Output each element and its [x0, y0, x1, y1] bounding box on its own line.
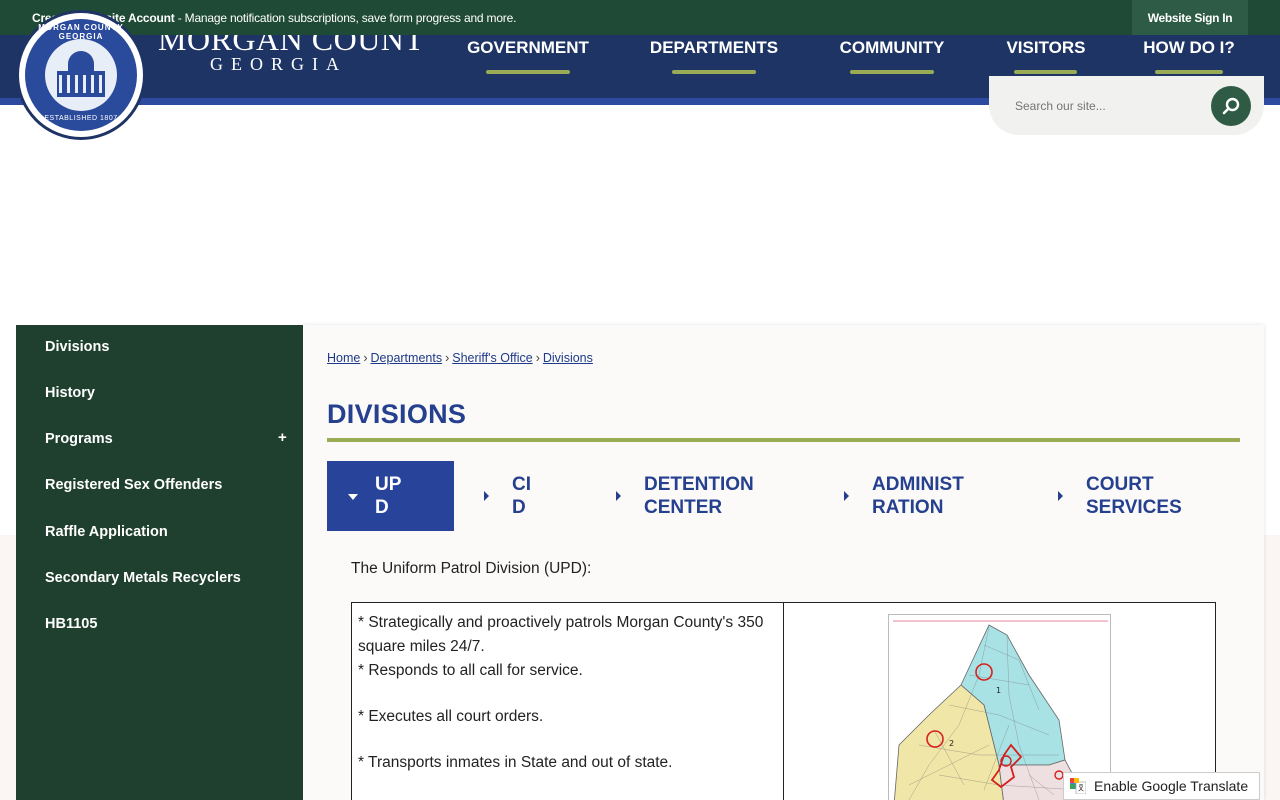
breadcrumb-sheriffs-office[interactable]: Sheriff's Office	[452, 351, 532, 365]
chevron-right-icon	[616, 491, 621, 501]
division-info-table: * Strategically and proactively patrols …	[351, 602, 1216, 800]
nav-underline	[850, 70, 934, 74]
tab-upd[interactable]: UP D	[327, 461, 454, 531]
chevron-right-icon	[844, 491, 849, 501]
top-notification-bar: Create a Website Account - Manage notifi…	[0, 0, 1280, 35]
search-input[interactable]	[1015, 98, 1195, 114]
chevron-right-icon	[1058, 491, 1063, 501]
tab-detention-center[interactable]: DETENTION CENTER	[612, 461, 802, 531]
tab-court-services[interactable]: COURT SERVICES	[1055, 461, 1235, 531]
search-button[interactable]	[1211, 86, 1251, 126]
nav-visitors-label[interactable]: VISITORS	[1000, 38, 1092, 58]
google-translate-label[interactable]: Enable Google Translate	[1094, 778, 1248, 794]
sidebar-item-raffle-application[interactable]: Raffle Application	[45, 524, 168, 540]
division-tabs: UP D CI D DETENTION CENTER ADMINIST RATI…	[327, 461, 1240, 531]
sidebar-item-hb1105[interactable]: HB1105	[45, 616, 97, 632]
breadcrumb-separator: ›	[535, 351, 540, 365]
sidebar-item-history[interactable]: History	[45, 385, 95, 401]
breadcrumb-separator: ›	[363, 351, 368, 365]
tab-cid[interactable]: CI D	[477, 461, 587, 531]
tab-court-services-label[interactable]: COURT SERVICES	[1086, 473, 1182, 519]
county-seal-logo[interactable]: MORGAN COUNTY GEORGIA ESTABLISHED 1807	[16, 10, 146, 140]
tab-upd-label[interactable]: UP D	[375, 473, 401, 519]
duties-cell: * Strategically and proactively patrols …	[358, 611, 778, 775]
nav-underline	[486, 70, 570, 74]
page-title: DIVISIONS	[327, 399, 467, 429]
breadcrumb-departments[interactable]: Departments	[371, 351, 443, 365]
site-subtitle[interactable]: GEORGIA	[210, 54, 347, 75]
map-zone-2-label: 2	[949, 739, 954, 748]
nav-community-label[interactable]: COMMUNITY	[834, 38, 950, 58]
seal-bottom-text: ESTABLISHED 1807	[44, 115, 118, 122]
title-underline	[327, 438, 1240, 442]
nav-underline	[1155, 70, 1223, 74]
duty-item: * Transports inmates in State and out of…	[358, 754, 673, 771]
nav-underline	[1014, 70, 1077, 74]
create-account-text[interactable]: - Manage notification subscriptions, sav…	[175, 11, 517, 25]
breadcrumb-divisions[interactable]: Divisions	[543, 351, 593, 365]
duty-item: * Strategically and proactively patrols …	[358, 614, 764, 655]
chevron-right-icon	[484, 491, 489, 501]
tab-detention-center-label[interactable]: DETENTION CENTER	[644, 473, 754, 519]
nav-underline	[672, 70, 756, 74]
nav-how-do-i-label[interactable]: HOW DO I?	[1138, 38, 1240, 58]
main-content: Home › Departments › Sheriff's Office › Divisi…	[303, 325, 1264, 800]
nav-departments[interactable]: DEPARTMENTS	[645, 35, 783, 98]
duty-item: * Executes all court orders.	[358, 708, 544, 725]
breadcrumb: Home › Departments › Sheriff's Office › Divisi…	[327, 351, 593, 365]
tab-administration-label[interactable]: ADMINIST RATION	[872, 473, 964, 519]
site-search	[989, 76, 1264, 135]
google-translate-icon	[1070, 778, 1086, 794]
search-icon	[1222, 97, 1240, 115]
nav-departments-label[interactable]: DEPARTMENTS	[645, 38, 783, 58]
nav-government-label[interactable]: GOVERNMENT	[462, 38, 594, 58]
nav-community[interactable]: COMMUNITY	[834, 35, 950, 98]
division-intro: The Uniform Patrol Division (UPD):	[351, 560, 592, 577]
caret-down-icon	[348, 494, 358, 500]
sidebar-item-registered-sex-offenders[interactable]: Registered Sex Offenders	[45, 477, 222, 493]
seal-center	[45, 39, 117, 111]
tab-cid-label[interactable]: CI D	[512, 473, 531, 519]
nav-government[interactable]: GOVERNMENT	[462, 35, 594, 98]
site-name-text[interactable]: MORGAN COUNTY	[158, 35, 428, 53]
breadcrumb-home[interactable]: Home	[327, 351, 360, 365]
seal-ring: MORGAN COUNTY GEORGIA ESTABLISHED 1807	[25, 19, 137, 131]
sidebar-nav: Divisions History Programs + Registered …	[16, 325, 303, 800]
duty-item: * Responds to all call for service.	[358, 662, 583, 679]
sidebar-item-secondary-metals-recyclers[interactable]: Secondary Metals Recyclers	[45, 570, 241, 586]
courthouse-columns-icon	[59, 75, 103, 93]
sidebar-item-divisions[interactable]: Divisions	[45, 339, 109, 355]
google-translate-button[interactable]: Enable Google Translate	[1063, 772, 1260, 800]
courthouse-dome-icon	[68, 51, 94, 71]
breadcrumb-separator: ›	[445, 351, 450, 365]
website-sign-in-button[interactable]: Website Sign In	[1132, 0, 1248, 35]
map-zone-1-label: 1	[996, 686, 1001, 695]
tab-administration[interactable]: ADMINIST RATION	[842, 461, 1022, 531]
expand-plus-icon[interactable]: +	[278, 429, 287, 446]
site-name[interactable]: MORGAN COUNTY	[158, 35, 428, 53]
table-divider	[783, 603, 784, 800]
sidebar-item-programs[interactable]: Programs	[45, 431, 113, 447]
